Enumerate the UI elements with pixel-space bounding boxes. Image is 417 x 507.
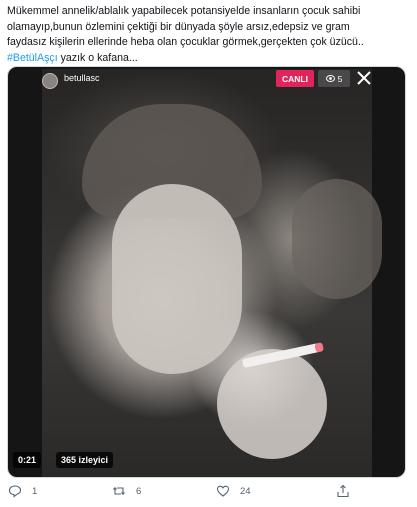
video-player[interactable] bbox=[7, 66, 406, 478]
tweet-line-1: Mükemmel annelik/ablalık yapabilecek pot… bbox=[7, 5, 361, 17]
eye-icon bbox=[325, 75, 335, 82]
share-icon bbox=[337, 484, 349, 498]
retweet-icon bbox=[113, 486, 125, 496]
tweet-actions: 1 6 24 bbox=[0, 484, 417, 502]
reply-count: 1 bbox=[32, 485, 38, 497]
retweet-button[interactable]: 6 bbox=[112, 484, 141, 498]
live-badge: CANLI bbox=[276, 70, 314, 87]
retweet-count: 6 bbox=[136, 485, 142, 497]
viewer-count: 5 bbox=[337, 73, 343, 84]
tweet-text: Mükemmel annelik/ablalık yapabilecek pot… bbox=[7, 4, 411, 66]
viewer-count-badge: 5 bbox=[318, 70, 350, 87]
video-views: 365 izleyici bbox=[56, 452, 114, 468]
streamer-avatar bbox=[42, 73, 58, 89]
video-hand bbox=[217, 349, 327, 459]
reply-button[interactable]: 1 bbox=[8, 484, 37, 498]
reply-icon bbox=[8, 485, 22, 498]
tweet-line-3: faydasız kişilerin ellerinde heba olan ç… bbox=[7, 36, 364, 48]
like-button[interactable]: 24 bbox=[216, 484, 251, 498]
video-background-person bbox=[292, 179, 382, 299]
close-icon bbox=[357, 71, 371, 85]
heart-icon bbox=[216, 485, 230, 497]
video-child-face bbox=[112, 184, 242, 374]
video-frame[interactable] bbox=[42, 69, 382, 477]
like-count: 24 bbox=[240, 485, 251, 497]
tweet-line-4-rest: yazık o kafana... bbox=[57, 51, 138, 64]
hashtag-link[interactable]: #BetülAşçı bbox=[7, 52, 58, 64]
video-time: 0:21 bbox=[13, 452, 42, 468]
share-button[interactable] bbox=[336, 484, 350, 498]
tweet-line-2: olamayıp,bunun özlemini çektiği bir düny… bbox=[7, 20, 350, 33]
streamer-username: betullasc bbox=[64, 73, 100, 83]
tweet-line-4: #BetülAşçı yazık o kafana... bbox=[7, 51, 411, 67]
